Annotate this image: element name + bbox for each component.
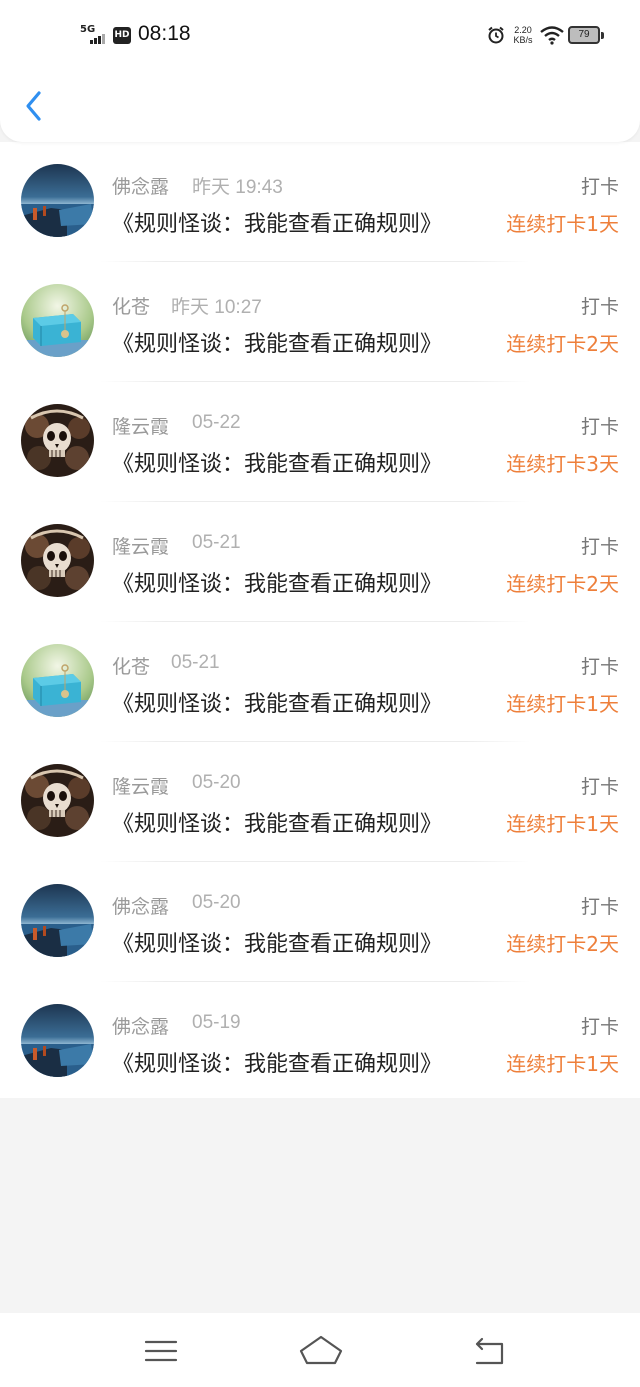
- post-time: 05-20: [192, 892, 241, 913]
- avatar[interactable]: [21, 404, 94, 477]
- streak-label: 连续打卡2天: [506, 932, 619, 956]
- user-name[interactable]: 佛念露: [112, 1012, 169, 1039]
- streak-label: 连续打卡1天: [506, 692, 619, 716]
- list-item[interactable]: 化苍 昨天 10:27 《规则怪谈：我能查看正确规则》 打卡 连续打卡2天: [0, 262, 640, 382]
- list-item[interactable]: 隆云霞 05-20 《规则怪谈：我能查看正确规则》 打卡 连续打卡1天: [0, 742, 640, 862]
- giftbox-avatar-image: [21, 284, 94, 357]
- streak-label: 连续打卡2天: [506, 572, 619, 596]
- streak-label: 连续打卡1天: [506, 1052, 619, 1076]
- book-title[interactable]: 《规则怪谈：我能查看正确规则》: [112, 686, 442, 718]
- sea-avatar-image: [21, 164, 94, 237]
- giftbox-avatar-image: [21, 644, 94, 717]
- back-nav-icon: [475, 1337, 504, 1365]
- post-time: 05-21: [171, 652, 220, 673]
- back-nav-button[interactable]: [468, 1331, 508, 1371]
- status-bar: 5G HD 08:18 2.20 KB/s 79: [0, 0, 640, 70]
- user-name[interactable]: 隆云霞: [112, 412, 169, 439]
- post-time: 05-20: [192, 772, 241, 793]
- avatar[interactable]: [21, 644, 94, 717]
- system-nav-bar: [0, 1313, 640, 1387]
- streak-label: 连续打卡2天: [506, 332, 619, 356]
- book-title[interactable]: 《规则怪谈：我能查看正确规则》: [112, 446, 442, 478]
- menu-button[interactable]: [141, 1331, 181, 1371]
- skull-avatar-image: [21, 764, 94, 837]
- network-type: 5G: [80, 24, 96, 35]
- avatar[interactable]: [21, 884, 94, 957]
- menu-icon: [144, 1340, 178, 1362]
- checkin-list: 佛念露 昨天 19:43 《规则怪谈：我能查看正确规则》 打卡 连续打卡1天 化…: [0, 142, 640, 1098]
- post-time: 05-22: [192, 412, 241, 433]
- user-name[interactable]: 佛念露: [112, 172, 169, 199]
- book-title[interactable]: 《规则怪谈：我能查看正确规则》: [112, 926, 442, 958]
- streak-label: 连续打卡1天: [506, 812, 619, 836]
- user-name[interactable]: 佛念露: [112, 892, 169, 919]
- avatar[interactable]: [21, 764, 94, 837]
- app-header: 5G HD 08:18 2.20 KB/s 79: [0, 0, 640, 142]
- activity-type: 打卡: [580, 296, 619, 318]
- sea-avatar-image: [21, 1004, 94, 1077]
- network-speed: 2.20 KB/s: [513, 25, 533, 45]
- wifi-icon: [540, 26, 564, 45]
- list-item[interactable]: 佛念露 05-19 《规则怪谈：我能查看正确规则》 打卡 连续打卡1天: [0, 982, 640, 1102]
- user-name[interactable]: 隆云霞: [112, 532, 169, 559]
- activity-type: 打卡: [580, 776, 619, 798]
- activity-type: 打卡: [580, 896, 619, 918]
- activity-type: 打卡: [580, 416, 619, 438]
- list-item[interactable]: 化苍 05-21 《规则怪谈：我能查看正确规则》 打卡 连续打卡1天: [0, 622, 640, 742]
- alarm-icon: [488, 26, 504, 44]
- book-title[interactable]: 《规则怪谈：我能查看正确规则》: [112, 806, 442, 838]
- home-button[interactable]: [298, 1331, 344, 1371]
- sea-avatar-image: [21, 884, 94, 957]
- activity-type: 打卡: [580, 656, 619, 678]
- book-title[interactable]: 《规则怪谈：我能查看正确规则》: [112, 566, 442, 598]
- clock: 08:18: [138, 22, 191, 45]
- skull-avatar-image: [21, 524, 94, 597]
- streak-label: 连续打卡1天: [506, 212, 619, 236]
- activity-type: 打卡: [580, 176, 619, 198]
- post-time: 05-19: [192, 1012, 241, 1033]
- hd-icon: HD: [113, 27, 131, 44]
- home-icon: [299, 1335, 343, 1365]
- book-title[interactable]: 《规则怪谈：我能查看正确规则》: [112, 206, 442, 238]
- post-time: 05-21: [192, 532, 241, 553]
- book-title[interactable]: 《规则怪谈：我能查看正确规则》: [112, 1046, 442, 1078]
- list-item[interactable]: 隆云霞 05-21 《规则怪谈：我能查看正确规则》 打卡 连续打卡2天: [0, 502, 640, 622]
- post-time: 昨天 10:27: [171, 297, 262, 318]
- book-title[interactable]: 《规则怪谈：我能查看正确规则》: [112, 326, 442, 358]
- post-time: 昨天 19:43: [192, 177, 283, 198]
- user-name[interactable]: 隆云霞: [112, 772, 169, 799]
- list-item[interactable]: 佛念露 昨天 19:43 《规则怪谈：我能查看正确规则》 打卡 连续打卡1天: [0, 142, 640, 262]
- user-name[interactable]: 化苍: [112, 652, 150, 679]
- back-arrow-icon: [26, 91, 41, 121]
- back-button[interactable]: [20, 86, 50, 126]
- avatar[interactable]: [21, 284, 94, 357]
- user-name[interactable]: 化苍: [112, 292, 150, 319]
- avatar[interactable]: [21, 164, 94, 237]
- activity-type: 打卡: [580, 1016, 619, 1038]
- skull-avatar-image: [21, 404, 94, 477]
- list-item[interactable]: 隆云霞 05-22 《规则怪谈：我能查看正确规则》 打卡 连续打卡3天: [0, 382, 640, 502]
- battery-icon: 79: [568, 26, 604, 44]
- activity-type: 打卡: [580, 536, 619, 558]
- streak-label: 连续打卡3天: [506, 452, 619, 476]
- avatar[interactable]: [21, 1004, 94, 1077]
- list-item[interactable]: 佛念露 05-20 《规则怪谈：我能查看正确规则》 打卡 连续打卡2天: [0, 862, 640, 982]
- avatar[interactable]: [21, 524, 94, 597]
- cellular-signal-icon: 5G: [80, 24, 108, 46]
